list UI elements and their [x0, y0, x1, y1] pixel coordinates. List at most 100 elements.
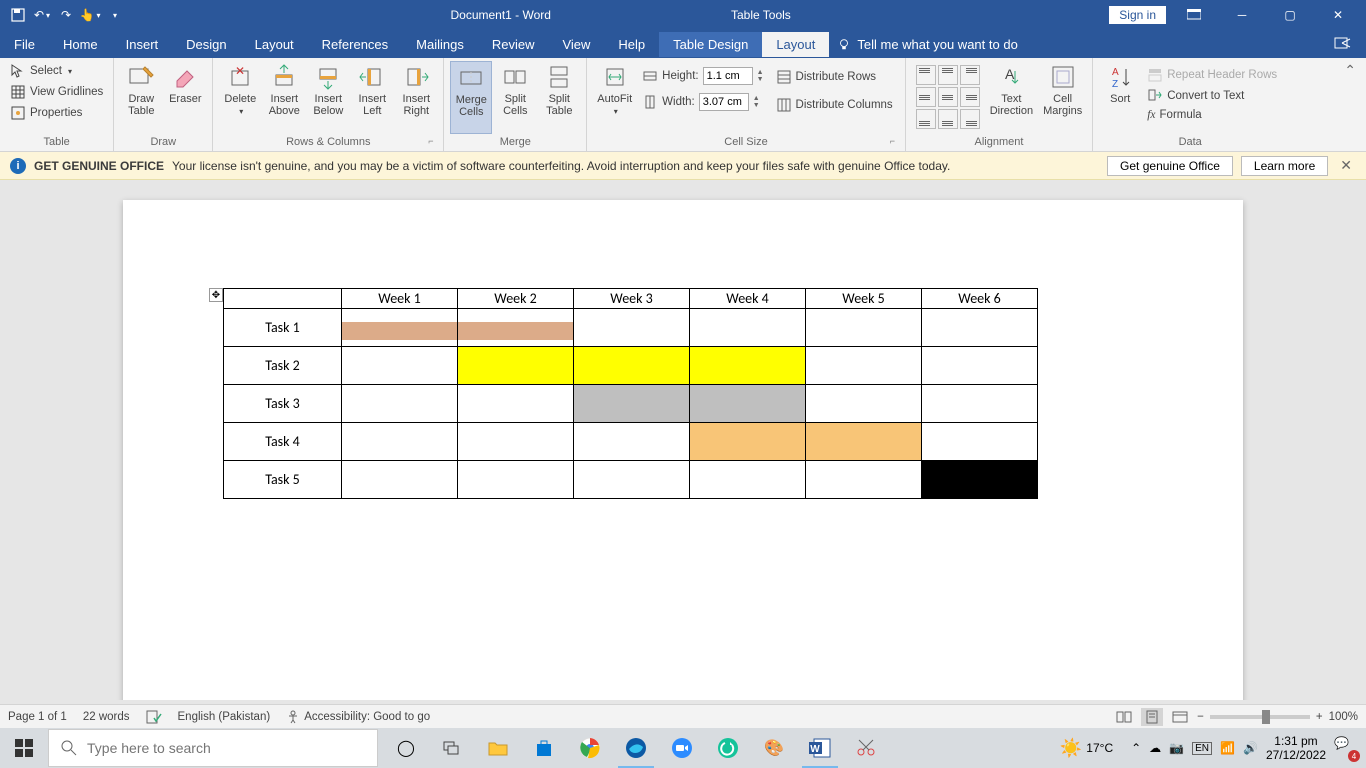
table-cell[interactable]: [806, 347, 922, 385]
file-explorer-icon[interactable]: [476, 728, 520, 768]
table-header-cell[interactable]: Week 4: [690, 289, 806, 309]
accessibility-indicator[interactable]: Accessibility: Good to go: [286, 710, 430, 724]
wifi-icon[interactable]: 📶: [1220, 741, 1235, 755]
language-indicator[interactable]: English (Pakistan): [178, 711, 271, 723]
cell-size-dialog-launcher[interactable]: ⌐: [890, 136, 902, 148]
tab-home[interactable]: Home: [49, 32, 112, 57]
table-cell[interactable]: [690, 347, 806, 385]
spell-check-icon[interactable]: [146, 710, 162, 724]
clock[interactable]: 1:31 pm 27/12/2022: [1266, 734, 1326, 762]
get-genuine-button[interactable]: Get genuine Office: [1107, 156, 1233, 176]
touch-mode-button[interactable]: 👆▾: [80, 5, 100, 25]
insert-below-button[interactable]: InsertBelow: [307, 61, 349, 134]
weather-widget[interactable]: ☀️17°C: [1060, 738, 1113, 759]
zoom-level[interactable]: 100%: [1329, 711, 1358, 723]
delete-button[interactable]: ✕Delete▾: [219, 61, 261, 134]
insert-above-button[interactable]: InsertAbove: [263, 61, 305, 134]
tell-me-search[interactable]: Tell me what you want to do: [837, 37, 1017, 52]
snip-icon[interactable]: [844, 728, 888, 768]
table-header-cell[interactable]: Week 1: [342, 289, 458, 309]
zoom-out-button[interactable]: −: [1197, 711, 1204, 723]
column-width-input[interactable]: Width:▲▼: [642, 93, 763, 111]
formula-button[interactable]: fx Formula: [1143, 107, 1281, 123]
start-button[interactable]: [0, 728, 48, 768]
table-cell[interactable]: [458, 461, 574, 499]
meet-now-icon[interactable]: 📷: [1169, 741, 1184, 755]
undo-button[interactable]: ↶▾: [32, 5, 52, 25]
split-cells-button[interactable]: SplitCells: [494, 61, 536, 134]
tab-table-design[interactable]: Table Design: [659, 32, 762, 57]
table-cell[interactable]: [922, 461, 1038, 499]
tab-mailings[interactable]: Mailings: [402, 32, 478, 57]
tray-expand-icon[interactable]: ⌃: [1131, 741, 1141, 755]
distribute-columns-button[interactable]: Distribute Columns: [772, 95, 897, 115]
table-header-cell[interactable]: Week 5: [806, 289, 922, 309]
chrome-icon[interactable]: [568, 728, 612, 768]
close-button[interactable]: ✕: [1318, 1, 1358, 29]
text-direction-button[interactable]: ATextDirection: [986, 61, 1037, 134]
align-bottom-left[interactable]: [916, 109, 936, 129]
read-mode-button[interactable]: [1113, 708, 1135, 726]
row-height-input[interactable]: Height:▲▼: [642, 67, 763, 85]
align-bottom-center[interactable]: [938, 109, 958, 129]
rows-cols-dialog-launcher[interactable]: ⌐: [428, 136, 440, 148]
properties-button[interactable]: Properties: [6, 103, 107, 123]
cortana-icon[interactable]: ◯: [384, 728, 428, 768]
task-label-cell[interactable]: Task 3: [224, 385, 342, 423]
collapse-ribbon-button[interactable]: ⌃: [1334, 58, 1366, 151]
table-cell[interactable]: [690, 309, 806, 347]
table-cell[interactable]: [342, 309, 458, 347]
msgbar-close-button[interactable]: ✕: [1336, 157, 1356, 174]
table-cell[interactable]: [806, 461, 922, 499]
save-button[interactable]: [8, 5, 28, 25]
table-cell[interactable]: [806, 423, 922, 461]
sort-button[interactable]: AZSort: [1099, 61, 1141, 134]
table-cell[interactable]: [342, 385, 458, 423]
ms-store-icon[interactable]: [522, 728, 566, 768]
document-area[interactable]: ✥ Week 1Week 2Week 3Week 4Week 5Week 6Ta…: [0, 180, 1366, 700]
align-middle-center[interactable]: [938, 87, 958, 107]
minimize-button[interactable]: ─: [1222, 1, 1262, 29]
word-icon[interactable]: W: [798, 728, 842, 768]
align-middle-right[interactable]: [960, 87, 980, 107]
task-label-cell[interactable]: Task 4: [224, 423, 342, 461]
task-view-icon[interactable]: [430, 728, 474, 768]
table-cell[interactable]: [922, 385, 1038, 423]
notifications-icon[interactable]: 💬4: [1334, 736, 1358, 760]
maximize-button[interactable]: ▢: [1270, 1, 1310, 29]
tab-help[interactable]: Help: [604, 32, 659, 57]
autofit-button[interactable]: AutoFit▾: [593, 61, 636, 134]
task-label-cell[interactable]: Task 2: [224, 347, 342, 385]
table-cell[interactable]: [690, 423, 806, 461]
insert-left-button[interactable]: InsertLeft: [351, 61, 393, 134]
table-cell[interactable]: [806, 309, 922, 347]
qat-customize[interactable]: ▾: [104, 5, 124, 25]
insert-right-button[interactable]: InsertRight: [395, 61, 437, 134]
table-cell[interactable]: [806, 385, 922, 423]
merge-cells-button[interactable]: MergeCells: [450, 61, 492, 134]
cell-margins-button[interactable]: CellMargins: [1039, 61, 1086, 134]
tab-layout[interactable]: Layout: [241, 32, 308, 57]
volume-icon[interactable]: 🔊: [1243, 741, 1258, 755]
table-cell[interactable]: [458, 347, 574, 385]
eraser-button[interactable]: Eraser: [164, 61, 206, 134]
table-move-handle[interactable]: ✥: [209, 288, 223, 302]
tab-table-layout[interactable]: Layout: [762, 32, 829, 57]
table-cell[interactable]: [922, 423, 1038, 461]
tab-file[interactable]: File: [0, 32, 49, 57]
document-table[interactable]: Week 1Week 2Week 3Week 4Week 5Week 6Task…: [223, 288, 1038, 499]
paint-icon[interactable]: 🎨: [752, 728, 796, 768]
web-layout-button[interactable]: [1169, 708, 1191, 726]
align-bottom-right[interactable]: [960, 109, 980, 129]
table-cell[interactable]: [342, 347, 458, 385]
ribbon-display-button[interactable]: [1174, 1, 1214, 29]
table-cell[interactable]: [574, 385, 690, 423]
table-cell[interactable]: [574, 347, 690, 385]
table-cell[interactable]: [458, 385, 574, 423]
split-table-button[interactable]: SplitTable: [538, 61, 580, 134]
distribute-rows-button[interactable]: Distribute Rows: [772, 67, 897, 87]
onedrive-icon[interactable]: ☁: [1149, 741, 1161, 755]
align-top-left[interactable]: [916, 65, 936, 85]
edge-icon[interactable]: [614, 728, 658, 768]
word-count[interactable]: 22 words: [83, 711, 130, 723]
